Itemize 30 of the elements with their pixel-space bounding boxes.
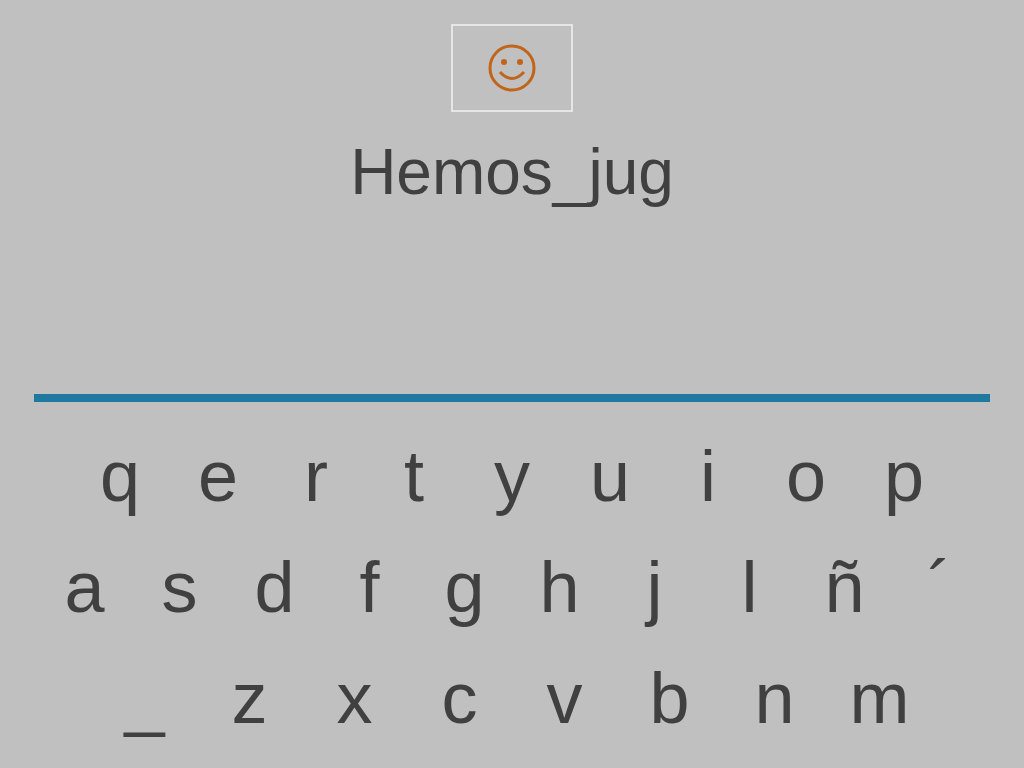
letter-key[interactable]: u	[561, 430, 659, 521]
letter-key[interactable]: v	[512, 652, 617, 743]
letter-key[interactable]: ´	[892, 541, 987, 632]
letter-key[interactable]: a	[37, 541, 132, 632]
letter-key[interactable]: m	[827, 652, 932, 743]
letter-key[interactable]: d	[227, 541, 322, 632]
letter-key[interactable]: r	[267, 430, 365, 521]
letter-key[interactable]: g	[417, 541, 512, 632]
word-text: Hemos_jug	[350, 135, 674, 210]
letter-key[interactable]: e	[169, 430, 267, 521]
letter-key[interactable]: f	[322, 541, 417, 632]
letter-key[interactable]: l	[702, 541, 797, 632]
letter-key[interactable]: n	[722, 652, 827, 743]
letter-key[interactable]: q	[71, 430, 169, 521]
letter-key[interactable]: o	[757, 430, 855, 521]
smiley-icon	[487, 43, 537, 93]
letter-key[interactable]: s	[132, 541, 227, 632]
letter-key[interactable]: c	[407, 652, 512, 743]
letter-key[interactable]: y	[463, 430, 561, 521]
letter-key[interactable]: h	[512, 541, 607, 632]
letter-key[interactable]: i	[659, 430, 757, 521]
letter-key[interactable]: x	[302, 652, 407, 743]
letter-key[interactable]: p	[855, 430, 953, 521]
letter-key[interactable]: ñ	[797, 541, 892, 632]
letter-key[interactable]: j	[607, 541, 702, 632]
letter-key[interactable]: b	[617, 652, 722, 743]
smiley-button[interactable]	[451, 24, 573, 112]
letter-key[interactable]: t	[365, 430, 463, 521]
letter-key[interactable]: z	[197, 652, 302, 743]
letter-key[interactable]: _	[92, 652, 197, 743]
